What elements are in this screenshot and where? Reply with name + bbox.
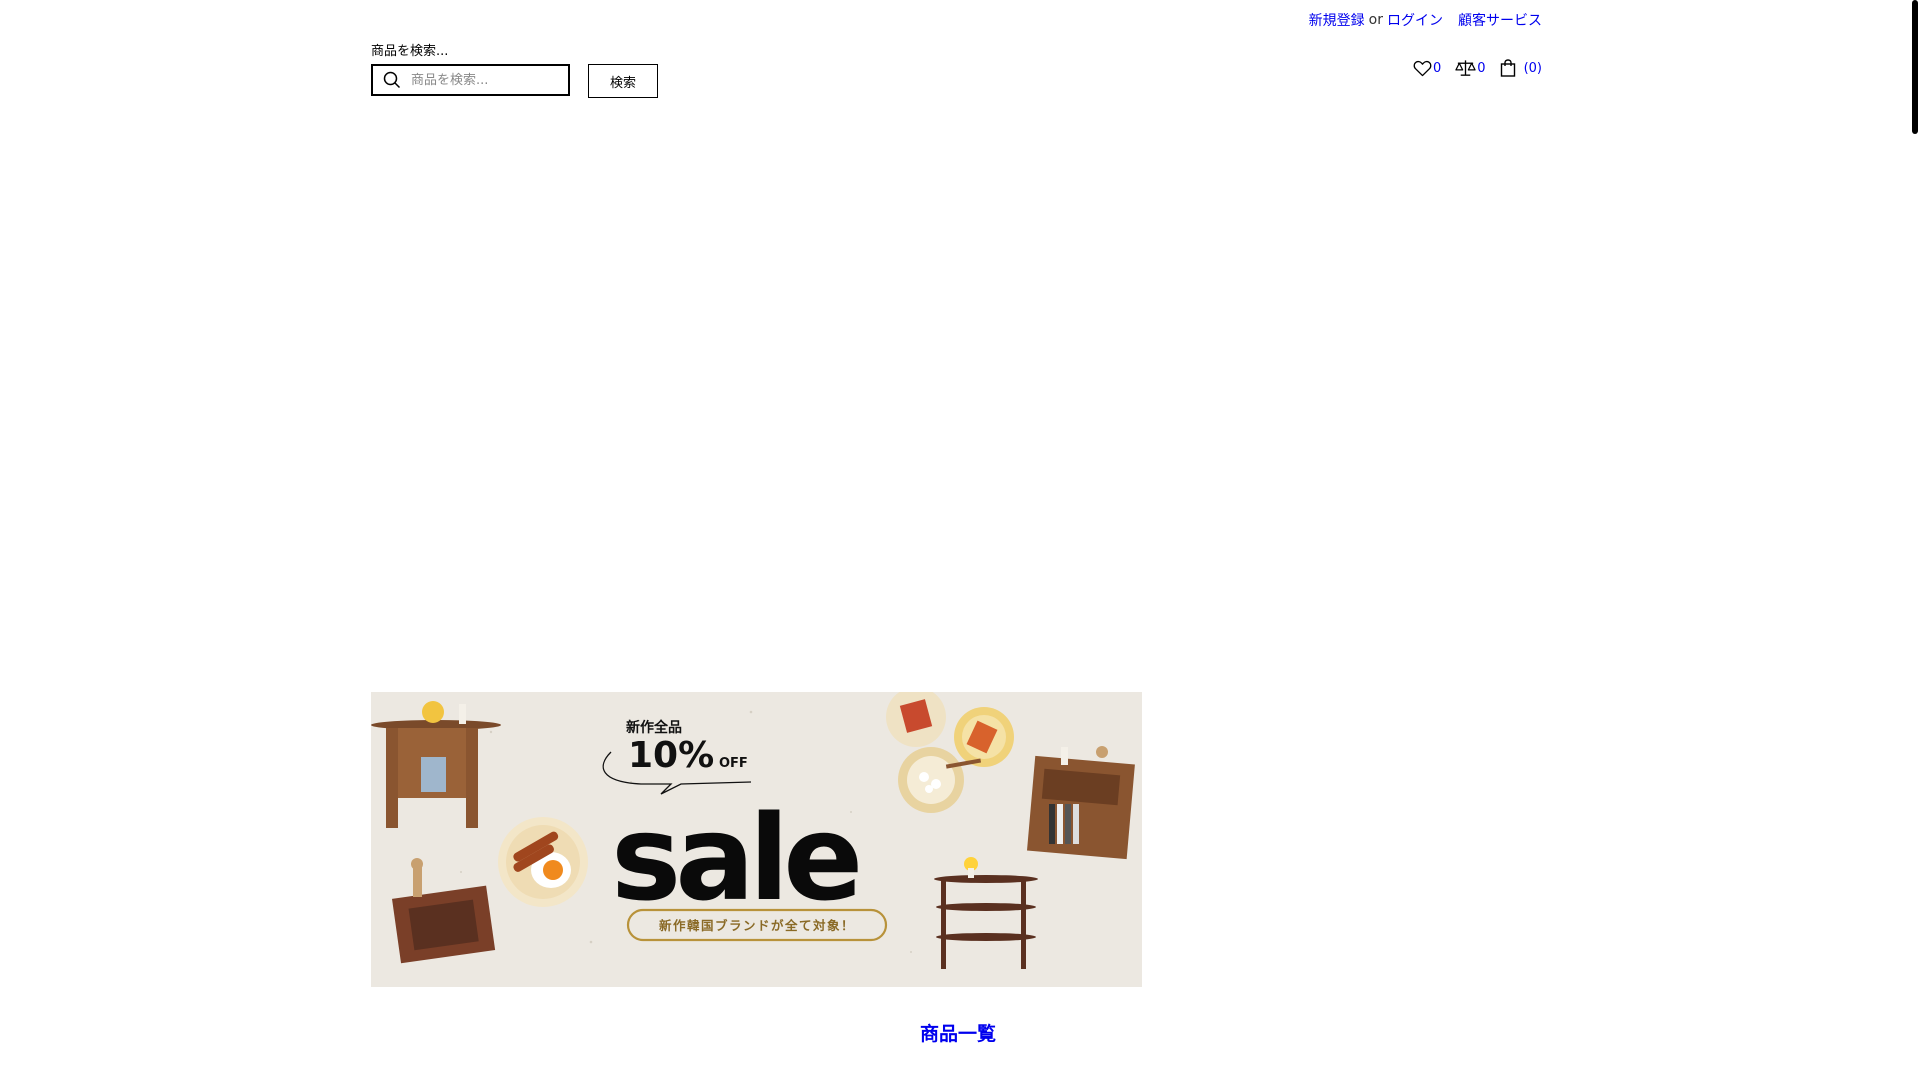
search-button[interactable]: 検索 <box>588 64 658 98</box>
cart-count: (0) <box>1523 60 1542 76</box>
compare-link[interactable]: 0 <box>1455 59 1486 77</box>
customer-service-link[interactable]: 顧客サービス <box>1458 10 1542 30</box>
header-icons: 0 0 (0) <box>1399 59 1542 77</box>
banner-tagline: 新作全品 <box>626 719 682 736</box>
cart-link[interactable]: (0) <box>1500 59 1542 77</box>
wishlist-link[interactable]: 0 <box>1413 60 1441 77</box>
banner-discount: 10% <box>628 735 714 776</box>
scale-icon <box>1455 59 1476 77</box>
search-input[interactable] <box>409 71 563 89</box>
scrollbar[interactable] <box>1908 0 1920 1080</box>
sale-banner-image: 新作全品 10% OFF sale 新作韓国ブランドが全て対象！ <box>371 692 1142 987</box>
page: 新規登録 or ログイン 顧客サービス 商品を検索... 検索 0 <box>0 0 1920 1080</box>
compare-count: 0 <box>1477 60 1486 76</box>
account-links: 新規登録 or ログイン 顧客サービス <box>1309 10 1542 30</box>
breakfast-plate-illustration <box>498 817 588 907</box>
search-icon <box>381 69 403 91</box>
scrollbar-thumb[interactable] <box>1912 0 1918 134</box>
search-box[interactable] <box>371 64 570 96</box>
products-heading-link[interactable]: 商品一覧 <box>920 1019 996 1046</box>
register-link[interactable]: 新規登録 <box>1309 10 1365 30</box>
login-link[interactable]: ログイン <box>1387 10 1443 30</box>
wishlist-count: 0 <box>1433 60 1442 76</box>
sale-banner[interactable]: 新作全品 10% OFF sale 新作韓国ブランドが全て対象！ <box>371 692 1142 987</box>
shopping-bag-icon <box>1500 59 1516 77</box>
banner-subline: 新作韓国ブランドが全て対象！ <box>659 918 855 933</box>
banner-off: OFF <box>719 756 748 771</box>
banner-headline: sale <box>611 789 858 927</box>
heart-icon <box>1413 60 1432 77</box>
or-separator: or <box>1368 12 1383 28</box>
search-label: 商品を検索... <box>371 44 449 59</box>
